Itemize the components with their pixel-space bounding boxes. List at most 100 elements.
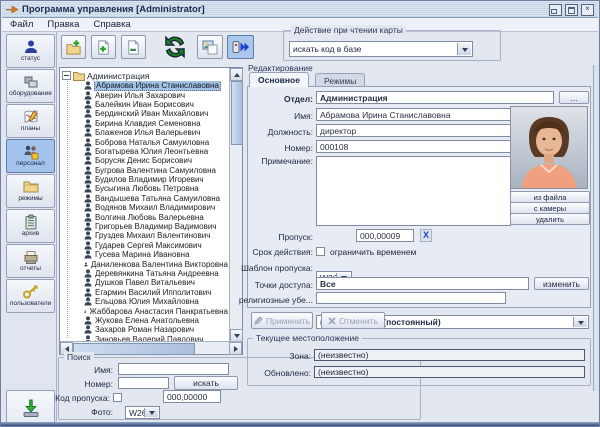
search-card-code-checkbox[interactable]	[113, 393, 122, 402]
sidebar-item-equipment[interactable]: оборудование	[6, 69, 55, 103]
religion-field[interactable]	[316, 292, 506, 304]
search-card-code-label: Код пропуска:	[41, 393, 110, 403]
tree-person-row[interactable]: Ельцова Юлия Михайловна	[60, 297, 229, 306]
remove-person-button[interactable]	[121, 35, 146, 59]
tree-person-row[interactable]: Гусева Марина Ивановна	[60, 250, 229, 259]
search-card-format-select[interactable]: W26	[125, 406, 160, 419]
note-textarea[interactable]	[316, 156, 511, 226]
tree-person-row[interactable]: Захаров Роман Назарович	[60, 325, 229, 334]
folder-icon	[23, 179, 39, 195]
number-label: Номер:	[233, 143, 313, 153]
apply-button[interactable]: Применить	[251, 312, 313, 329]
cancel-button[interactable]: Отменить	[321, 312, 385, 329]
add-person-icon	[95, 39, 112, 56]
maximize-button[interactable]	[565, 4, 578, 16]
tree-person-row[interactable]: Бусыгина Любовь Петровна	[60, 184, 229, 193]
photo-copy-icon	[201, 38, 219, 56]
access-points-label: Точки доступа:	[233, 280, 313, 290]
add-person-button[interactable]	[91, 35, 116, 59]
sidebar-item-personnel[interactable]: персонал	[6, 139, 55, 173]
tab-modes[interactable]: Режимы	[315, 73, 365, 87]
tree-person-row[interactable]: Даниленкова Валентина Викторовна	[60, 259, 229, 268]
person-icon	[84, 269, 92, 278]
tree-person-row[interactable]: Богатырева Юлия Леонтьевна	[60, 147, 229, 156]
search-button[interactable]: искать	[174, 376, 238, 390]
add-group-button[interactable]	[61, 35, 86, 59]
refresh-button[interactable]	[159, 32, 191, 62]
tree-person-row[interactable]: Вандышева Татьяна Самуиловна	[60, 194, 229, 203]
tree-person-row[interactable]: Деревянкина Татьяна Андреевна	[60, 269, 229, 278]
sidebar-item-modes[interactable]: режимы	[6, 174, 55, 208]
copy-photo-button[interactable]	[197, 35, 223, 59]
search-number-input[interactable]	[118, 377, 169, 389]
tree-person-row[interactable]: Боброва Наталья Самуиловна	[60, 137, 229, 146]
sidebar-item-plans[interactable]: планы	[6, 104, 55, 138]
key-icon	[22, 284, 39, 300]
scroll-up-button[interactable]	[230, 68, 243, 81]
department-label: Отдел:	[233, 94, 313, 104]
report-icon	[23, 249, 39, 265]
search-name-input[interactable]	[118, 363, 229, 375]
minimize-button[interactable]	[549, 4, 562, 16]
card-reader-toggle[interactable]	[227, 35, 254, 59]
access-points-field[interactable]: Все	[316, 277, 529, 290]
tree-person-row[interactable]: Борусяк Денис Борисович	[60, 156, 229, 165]
chevron-down-icon[interactable]	[144, 408, 158, 417]
refresh-icon	[162, 34, 188, 60]
tree-person-row[interactable]: Бугрова Валентина Самуиловна	[60, 166, 229, 175]
person-icon	[84, 156, 92, 165]
tab-main[interactable]: Основное	[249, 72, 309, 87]
sidebar-item-archive[interactable]: архив	[6, 209, 55, 243]
card-action-select[interactable]: искать код в базе	[289, 41, 473, 57]
search-card-code-input[interactable]: 000,00000	[163, 390, 221, 403]
tree-person-row[interactable]: Будилов Владимир Игоревич	[60, 175, 229, 184]
tree-person-row[interactable]: Гударев Сергей Максимович	[60, 241, 229, 250]
add-group-icon	[65, 39, 82, 56]
tree-person-row[interactable]: Жаббарова Анастасия Панкратьевна	[60, 306, 229, 315]
search-name-label: Имя:	[41, 365, 113, 375]
chevron-down-icon[interactable]	[573, 317, 587, 327]
number-field[interactable]: 000108	[316, 140, 511, 153]
chevron-down-icon[interactable]	[457, 43, 471, 55]
pass-code-field[interactable]: 000,00009	[356, 229, 414, 242]
remove-person-icon	[125, 39, 142, 56]
tree-person-row[interactable]: Аверин Илья Захарович	[60, 90, 229, 99]
pass-clear-button[interactable]: X	[420, 229, 432, 242]
sidebar-item-users[interactable]: пользователи	[6, 279, 55, 313]
position-field[interactable]: директор	[316, 124, 511, 137]
menu-file[interactable]: Файл	[10, 19, 33, 30]
person-icon	[84, 166, 92, 175]
tree-person-row[interactable]: Григорьев Владимир Вадимович	[60, 222, 229, 231]
tree-person-row[interactable]: Груздев Михаил Валентинович	[60, 231, 229, 240]
zone-value-field: (неизвестно)	[314, 349, 585, 361]
panel-splitter[interactable]	[593, 65, 600, 391]
tree-person-row[interactable]: Душков Павел Витальевич	[60, 278, 229, 287]
tree-person-row[interactable]: Егармин Василий Ипполитович	[60, 288, 229, 297]
menu-edit[interactable]: Правка	[47, 19, 79, 30]
department-browse-button[interactable]: ...	[559, 91, 589, 104]
zone-label: Зона:	[241, 351, 311, 361]
tree-person-row[interactable]: Водянов Михаил Владимирович	[60, 203, 229, 212]
tree-person-row[interactable]: Абрамова Ирина Станиславовна	[60, 81, 229, 90]
tree-person-row[interactable]: Блаженов Илья Валерьевич	[60, 128, 229, 137]
photo-delete-button[interactable]: удалить	[510, 213, 590, 225]
card-reader-icon	[231, 38, 250, 56]
person-icon	[84, 213, 92, 222]
search-photo-label: Фото:	[41, 407, 113, 417]
name-field[interactable]: Абрамова Ирина Станиславовна	[316, 108, 511, 121]
close-button[interactable]: ×	[581, 4, 594, 16]
menu-help[interactable]: Справка	[93, 19, 130, 30]
access-points-change-button[interactable]: изменить	[534, 277, 589, 290]
sidebar-item-reports[interactable]: отчеты	[6, 244, 55, 278]
tree-person-row[interactable]: Волгина Любовь Валерьевна	[60, 212, 229, 221]
tree-person-row[interactable]: Бирина Клавдия Семеновна	[60, 119, 229, 128]
tree-root-node[interactable]: Администрация	[62, 70, 149, 81]
tree-person-row[interactable]: Бердинский Иван Михайлович	[60, 109, 229, 118]
department-field[interactable]: Администрация	[316, 91, 554, 104]
tree-collapse-handle-icon[interactable]	[62, 71, 71, 80]
updated-value-field: (неизвестно)	[314, 366, 585, 378]
validity-checkbox[interactable]	[316, 247, 325, 256]
tree-person-row[interactable]: Жукова Елена Анатольевна	[60, 316, 229, 325]
sidebar-item-status[interactable]: статус	[6, 34, 55, 68]
tree-person-row[interactable]: Балейкин Иван Борисович	[60, 100, 229, 109]
